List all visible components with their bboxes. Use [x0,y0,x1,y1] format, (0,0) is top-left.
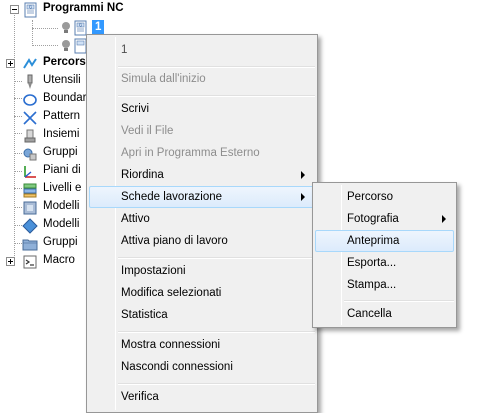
toolpath-icon [23,58,37,69]
tree-item-nc-program-2[interactable] [0,36,100,56]
stock-model-icon [22,218,38,234]
tree-item-piani[interactable]: Piani di [0,162,100,182]
levels-icon [23,183,37,198]
submenu-item-fotografia[interactable]: Fotografia [315,208,454,230]
menu-separator [118,257,315,259]
tree-item-nc-program-1[interactable]: G 1 [0,18,105,38]
tree-item-label: Insiemi [43,128,80,140]
submenu-item-esporta[interactable]: Esporta... [315,252,454,274]
menu-item-riordina[interactable]: Riordina [89,164,315,186]
lightbulb-icon [62,40,70,51]
menu-item-label: Schede lavorazione [121,191,223,203]
tree-item-modelli-grezzo[interactable]: Modelli [0,216,100,236]
macro-icon [23,255,37,269]
submenu-item-cancella[interactable]: Cancella [315,303,454,325]
tree-item-percorsi[interactable]: Percorsi [0,54,100,74]
menu-header: 1 [121,44,128,56]
tree-item-modelli[interactable]: Modelli [0,198,100,218]
tree-item-label: Utensili [43,74,81,86]
tree-item-label: Gruppi [43,146,78,158]
tree-item-macro[interactable]: Macro [0,252,100,272]
menu-item-modifica-selezionati[interactable]: Modifica selezionati [89,282,315,304]
menu-separator [118,95,315,97]
explorer-tree: G Programmi NC G 1 Percorsi Utensili Bou… [0,0,124,413]
feature-set-icon [24,129,36,143]
group-icon [23,148,37,161]
tree-item-boundaries[interactable]: Boundaries [0,90,101,110]
lightbulb-icon [62,22,70,33]
tree-item-label: Piani di [43,164,81,176]
menu-item-schede-lavorazione[interactable]: Schede lavorazione [89,186,315,208]
svg-text:G: G [79,22,82,27]
tree-item-gruppi-cartella[interactable]: Gruppi [0,234,100,254]
expand-icon[interactable] [6,257,15,266]
submenu-arrow-icon [442,215,446,223]
submenu-arrow-icon [301,193,305,201]
tree-item-label: Gruppi [43,236,78,248]
submenu-item-percorso[interactable]: Percorso [315,186,454,208]
menu-item-label: Riordina [121,169,164,181]
tree-item-label: Modelli [43,200,80,212]
pattern-icon [23,111,37,125]
tree-item-label: Livelli e [43,182,82,194]
menu-separator [344,300,454,302]
tool-icon [27,74,33,89]
nc-program-folder-icon: G [24,2,37,18]
menu-item-nascondi-connessioni[interactable]: Nascondi connessioni [89,356,315,378]
menu-item-impostazioni[interactable]: Impostazioni [89,260,315,282]
submenu-arrow-icon [301,171,305,179]
svg-text:G: G [29,4,32,9]
menu-item-attiva-piano[interactable]: Attiva piano di lavoro [89,230,315,252]
tree-selected-label: 1 [92,20,105,34]
submenu-item-anteprima[interactable]: Anteprima [315,230,454,252]
collapse-icon[interactable] [10,5,19,14]
tree-item-label: Macro [43,254,75,266]
tree-item-programmi-nc[interactable]: G Programmi NC [0,0,124,20]
tree-item-label: Pattern [43,110,81,122]
tree-root-label: Programmi NC [43,2,124,14]
menu-item-attivo[interactable]: Attivo [89,208,315,230]
menu-separator [118,383,315,385]
submenu-schede-lavorazione: Percorso Fotografia Anteprima Esporta...… [312,182,457,328]
tree-item-utensili[interactable]: Utensili [0,72,100,92]
model-icon [23,201,37,215]
menu-item-simula: Simula dall'inizio [121,73,206,85]
menu-item-verifica[interactable]: Verifica [89,386,315,408]
menu-item-statistica[interactable]: Statistica [89,304,315,326]
workplane-icon [24,166,36,178]
tree-item-label: Modelli [43,218,80,230]
menu-item-apri-esterno: Apri in Programma Esterno [121,147,260,159]
context-menu: 1 Simula dall'inizio Scrivi Vedi il File… [86,34,318,413]
menu-item-vedi-file: Vedi il File [121,125,174,137]
expand-icon[interactable] [6,59,15,68]
boundary-icon [23,94,37,106]
submenu-item-stampa[interactable]: Stampa... [315,274,454,296]
tree-item-pattern[interactable]: Pattern [0,108,100,128]
folder-icon [22,239,38,251]
menu-item-mostra-connessioni[interactable]: Mostra connessioni [89,334,315,356]
tree-item-gruppi[interactable]: Gruppi [0,144,100,164]
menu-item-label: Fotografia [347,213,399,225]
tree-item-label: Percorsi [43,56,90,68]
menu-item-scrivi[interactable]: Scrivi [89,98,315,120]
tree-item-livelli[interactable]: Livelli e [0,180,100,200]
menu-separator [118,331,315,333]
tree-item-insiemi[interactable]: Insiemi [0,126,100,146]
